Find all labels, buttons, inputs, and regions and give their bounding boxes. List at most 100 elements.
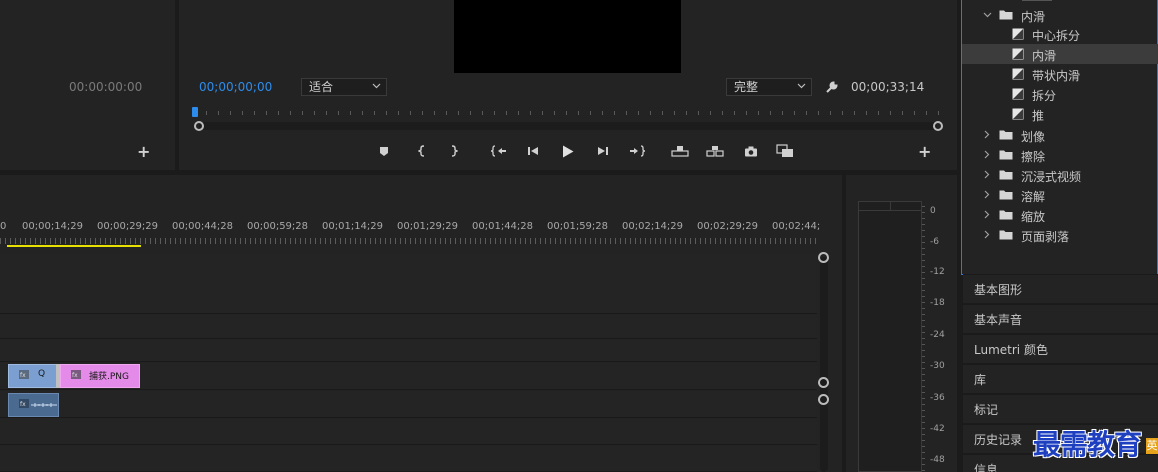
tree-item-1-selected[interactable]: 内滑 bbox=[962, 44, 1158, 64]
step-forward-icon[interactable] bbox=[594, 142, 612, 160]
chevron-right-icon bbox=[984, 150, 990, 159]
tree-folder-0[interactable]: 划像 bbox=[962, 125, 1158, 145]
timeline-ruler-ticks[interactable] bbox=[0, 236, 817, 244]
chevron-down-icon bbox=[983, 12, 992, 18]
tree-folder-label: 沉浸式视频 bbox=[1021, 170, 1082, 184]
program-duration-timecode: 00;00;33;14 bbox=[851, 80, 925, 94]
program-scrub-ruler[interactable] bbox=[194, 104, 939, 116]
tree-folder-label: 页面剥落 bbox=[1021, 230, 1070, 244]
svg-text:fx: fx bbox=[72, 372, 78, 379]
camera-icon[interactable] bbox=[742, 142, 760, 160]
timeline-scroll-track[interactable] bbox=[820, 257, 828, 472]
program-add-button[interactable]: + bbox=[918, 142, 931, 161]
program-current-timecode[interactable]: 00;00;00;00 bbox=[199, 80, 272, 94]
source-monitor-panel: 00:00:00:00 + bbox=[0, 0, 175, 170]
scrollbar-handle-left[interactable] bbox=[194, 121, 204, 131]
video-track-1 bbox=[0, 340, 817, 362]
clip-q-label: Q bbox=[38, 369, 46, 379]
tree-item-2[interactable]: 带状内滑 bbox=[962, 64, 1158, 84]
tree-folder-1[interactable]: 擦除 bbox=[962, 145, 1158, 165]
source-add-button[interactable]: + bbox=[137, 142, 150, 161]
video-track-3 bbox=[0, 254, 817, 314]
source-timecode[interactable]: 00:00:00:00 bbox=[69, 80, 142, 94]
program-zoom-scrollbar[interactable] bbox=[199, 122, 937, 130]
clip-png-label: 捕获.PNG bbox=[89, 372, 129, 382]
tree-item-3[interactable]: 拆分 bbox=[962, 84, 1158, 104]
panel-label: 标记 bbox=[974, 403, 999, 417]
tree-folder-2[interactable]: 沉浸式视频 bbox=[962, 165, 1158, 185]
tree-folder-open[interactable]: 内滑 bbox=[962, 5, 1158, 25]
tree-folder-3[interactable]: 溶解 bbox=[962, 185, 1158, 205]
tree-item-label: 带状内滑 bbox=[1032, 69, 1081, 83]
tree-item-label: 中心拆分 bbox=[1032, 29, 1081, 43]
ruler-label: 00;01;59;28 bbox=[547, 221, 609, 232]
folder-icon bbox=[999, 130, 1013, 140]
meter-label: -6 bbox=[930, 237, 939, 247]
go-to-out-icon[interactable] bbox=[628, 142, 646, 160]
folder-icon bbox=[999, 230, 1013, 240]
panel-label: 库 bbox=[974, 373, 987, 387]
scroll-handle-mid[interactable] bbox=[818, 377, 829, 388]
tree-folder-4[interactable]: 缩放 bbox=[962, 205, 1158, 225]
multicam-icon[interactable] bbox=[776, 142, 794, 160]
tree-folder-5[interactable]: 页面剥落 bbox=[962, 225, 1158, 245]
panel-label: 历史记录 bbox=[974, 433, 1023, 447]
fx-badge-icon: fx bbox=[19, 370, 29, 379]
folder-icon bbox=[999, 170, 1013, 180]
meter-label: -48 bbox=[930, 455, 945, 465]
quality-dropdown[interactable]: 完整 bbox=[726, 78, 812, 96]
chevron-right-icon bbox=[984, 170, 990, 179]
clip-png[interactable]: fx 捕获.PNG bbox=[60, 364, 140, 388]
audio-track-2 bbox=[0, 419, 817, 445]
tree-folder-label: 溶解 bbox=[1021, 190, 1046, 204]
transition-icon bbox=[1012, 88, 1024, 100]
meter-channel-left bbox=[859, 202, 891, 211]
clip-q[interactable]: fx Q bbox=[8, 364, 57, 388]
folder-icon bbox=[999, 190, 1013, 200]
fx-badge-icon: fx bbox=[19, 399, 29, 408]
fx-badge-icon: fx bbox=[71, 370, 81, 379]
work-area-bar[interactable] bbox=[7, 245, 141, 247]
chevron-down-icon bbox=[797, 83, 806, 89]
ruler-label: 00;02;14;29 bbox=[622, 221, 684, 232]
transition-icon bbox=[1012, 108, 1024, 120]
scroll-handle-audio[interactable] bbox=[818, 394, 829, 405]
audio-track-1 bbox=[0, 391, 817, 418]
chevron-right-icon bbox=[984, 190, 990, 199]
panel-label: 信息 bbox=[974, 463, 999, 472]
transition-icon bbox=[1012, 28, 1024, 40]
transition-icon bbox=[1012, 48, 1024, 60]
panel-essential-graphics[interactable]: 基本图形 bbox=[963, 274, 1158, 303]
ruler-label: 00;00;29;29 bbox=[97, 221, 159, 232]
scroll-handle-top[interactable] bbox=[818, 252, 829, 263]
scrollbar-handle-right[interactable] bbox=[933, 121, 943, 131]
audio-clip[interactable]: fx bbox=[8, 393, 59, 417]
video-track-2 bbox=[0, 315, 817, 339]
tree-folder-label: 缩放 bbox=[1021, 210, 1046, 224]
mark-out-icon[interactable] bbox=[445, 142, 463, 160]
panel-lumetri-color[interactable]: Lumetri 颜色 bbox=[963, 334, 1158, 363]
chevron-down-icon bbox=[372, 83, 381, 89]
add-marker-icon[interactable] bbox=[375, 142, 393, 160]
go-to-in-icon[interactable] bbox=[490, 142, 508, 160]
lift-icon[interactable] bbox=[671, 142, 689, 160]
tree-item-0[interactable]: 中心拆分 bbox=[962, 24, 1158, 44]
effects-panel: 内滑 中心拆分 内滑 带状内滑 拆分 推 划像 擦除 沉浸式视频 溶解 缩放 页… bbox=[961, 0, 1158, 275]
extract-icon[interactable] bbox=[706, 142, 724, 160]
tree-item-4[interactable]: 推 bbox=[962, 104, 1158, 124]
panel-libraries[interactable]: 库 bbox=[963, 364, 1158, 393]
chevron-right-icon bbox=[984, 230, 990, 239]
panel-markers[interactable]: 标记 bbox=[963, 394, 1158, 423]
zoom-dropdown[interactable]: 适合 bbox=[301, 78, 387, 96]
transition-icon bbox=[1012, 68, 1024, 80]
play-icon[interactable] bbox=[559, 142, 577, 160]
meter-label: -42 bbox=[930, 424, 945, 434]
wrench-icon[interactable] bbox=[823, 78, 841, 96]
meter-label: -24 bbox=[930, 330, 945, 340]
panel-essential-sound[interactable]: 基本声音 bbox=[963, 304, 1158, 333]
ruler-label: 0 bbox=[0, 221, 7, 232]
mark-in-icon[interactable] bbox=[413, 142, 431, 160]
step-back-icon[interactable] bbox=[524, 142, 542, 160]
meter-label: -30 bbox=[930, 361, 945, 371]
program-playhead[interactable] bbox=[192, 107, 198, 117]
